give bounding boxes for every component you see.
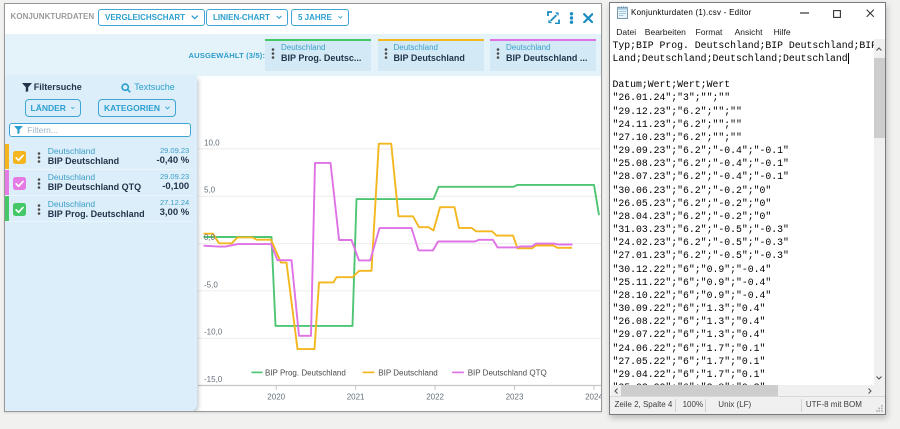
svg-text:2021: 2021 (346, 393, 364, 402)
svg-text:2024: 2024 (585, 393, 602, 402)
svg-text:-5,0: -5,0 (204, 280, 218, 289)
svg-text:-15,0: -15,0 (204, 375, 223, 384)
svg-text:0,0: 0,0 (204, 233, 216, 242)
svg-text:5,0: 5,0 (204, 186, 216, 195)
svg-text:2020: 2020 (267, 393, 285, 402)
svg-text:-10,0: -10,0 (204, 328, 223, 337)
svg-text:2023: 2023 (505, 393, 523, 402)
svg-text:10,0: 10,0 (204, 138, 220, 147)
svg-text:BIP Prog. Deutschland: BIP Prog. Deutschland (265, 369, 346, 378)
svg-text:BIP Deutschland QTQ: BIP Deutschland QTQ (467, 369, 546, 378)
svg-text:2022: 2022 (426, 393, 444, 402)
svg-text:BIP Deutschland: BIP Deutschland (378, 369, 437, 378)
